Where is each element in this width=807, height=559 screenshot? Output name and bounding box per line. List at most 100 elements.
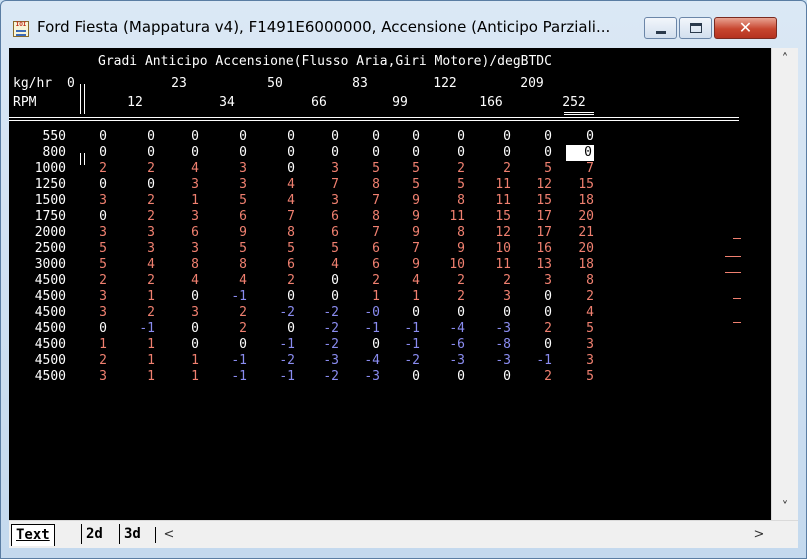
table-cell[interactable]: 16 [512, 241, 552, 257]
table-cell[interactable]: 2 [425, 161, 465, 177]
table-cell[interactable]: 0 [340, 129, 380, 145]
scroll-right-arrow-icon[interactable]: > [749, 525, 769, 545]
table-cell[interactable]: 2 [425, 289, 465, 305]
table-cell[interactable]: 7 [255, 209, 295, 225]
close-button[interactable]: ✕ [714, 17, 777, 39]
table-cell[interactable]: 3 [67, 305, 107, 321]
table-cell[interactable]: 2 [554, 289, 594, 305]
table-cell[interactable]: 11 [471, 257, 511, 273]
table-cell[interactable]: 21 [554, 225, 594, 241]
table-cell[interactable]: 1 [115, 289, 155, 305]
tab-2d[interactable]: 2d [81, 524, 107, 544]
table-cell[interactable]: 6 [340, 257, 380, 273]
table-cell[interactable]: 1 [115, 369, 155, 385]
table-cell[interactable]: 2 [67, 353, 107, 369]
scroll-left-arrow-icon[interactable]: < [159, 525, 179, 545]
table-cell[interactable]: 4 [159, 161, 199, 177]
table-cell[interactable]: 3 [115, 225, 155, 241]
table-cell[interactable]: 4 [554, 305, 594, 321]
table-cell[interactable]: 7 [340, 193, 380, 209]
table-cell[interactable]: 11 [425, 209, 465, 225]
table-cell[interactable]: 3 [554, 337, 594, 353]
title-bar[interactable]: IOI Ford Fiesta (Mappatura v4), F1491E60… [1, 1, 806, 41]
table-cell[interactable]: -3 [425, 353, 465, 369]
table-cell[interactable]: 0 [299, 129, 339, 145]
table-cell[interactable]: -3 [340, 369, 380, 385]
table-cell[interactable]: 2 [512, 369, 552, 385]
table-cell[interactable]: 5 [380, 161, 420, 177]
table-cell[interactable]: 5 [425, 177, 465, 193]
table-cell[interactable]: 0 [512, 337, 552, 353]
table-cell[interactable]: 2 [255, 273, 295, 289]
table-cell[interactable]: 2 [115, 193, 155, 209]
table-cell[interactable]: 8 [425, 225, 465, 241]
table-cell[interactable]: 8 [340, 177, 380, 193]
table-cell[interactable]: 11 [471, 177, 511, 193]
table-cell[interactable]: 4 [255, 193, 295, 209]
table-cell[interactable]: -1 [207, 353, 247, 369]
table-cell[interactable]: 0 [255, 129, 295, 145]
table-cell[interactable]: 0 [207, 129, 247, 145]
tab-3d[interactable]: 3d [119, 524, 145, 544]
table-cell[interactable]: 0 [207, 145, 247, 161]
table-cell[interactable]: 0 [471, 369, 511, 385]
table-cell[interactable]: 0 [299, 145, 339, 161]
table-cell[interactable]: 4 [207, 273, 247, 289]
table-cell[interactable]: -2 [299, 369, 339, 385]
table-cell[interactable]: 0 [554, 129, 594, 145]
table-cell[interactable]: 0 [159, 289, 199, 305]
table-cell[interactable]: 0 [67, 209, 107, 225]
table-cell[interactable]: 2 [207, 305, 247, 321]
table-cell[interactable]: 3 [67, 369, 107, 385]
table-cell[interactable]: 20 [554, 241, 594, 257]
table-cell[interactable]: 0 [115, 129, 155, 145]
table-cell[interactable]: 17 [512, 225, 552, 241]
table-cell[interactable]: 2 [115, 161, 155, 177]
table-cell[interactable]: 7 [380, 241, 420, 257]
table-cell[interactable]: 3 [207, 177, 247, 193]
scroll-up-arrow-icon[interactable]: ˄ [772, 50, 798, 70]
table-cell[interactable]: -1 [207, 369, 247, 385]
table-cell[interactable]: -3 [471, 353, 511, 369]
table-cell[interactable]: -1 [255, 337, 295, 353]
table-cell[interactable]: 3 [512, 273, 552, 289]
table-cell[interactable]: 5 [67, 257, 107, 273]
table-cell[interactable]: 3 [159, 209, 199, 225]
table-cell[interactable]: 3 [299, 161, 339, 177]
vertical-scrollbar[interactable]: ˄ ˅ [771, 48, 798, 520]
table-cell[interactable]: 1 [115, 337, 155, 353]
table-cell[interactable]: 2 [207, 321, 247, 337]
table-cell[interactable]: -8 [471, 337, 511, 353]
table-cell[interactable]: 1 [159, 193, 199, 209]
table-cell[interactable]: 0 [159, 129, 199, 145]
scroll-down-arrow-icon[interactable]: ˅ [772, 498, 798, 518]
table-cell[interactable]: -1 [380, 321, 420, 337]
table-cell[interactable]: 0 [299, 273, 339, 289]
table-cell[interactable]: 11 [471, 193, 511, 209]
table-cell[interactable]: 5 [255, 241, 295, 257]
table-cell[interactable]: -4 [425, 321, 465, 337]
table-cell[interactable]: 8 [425, 193, 465, 209]
table-cell[interactable]: 8 [207, 257, 247, 273]
table-cell[interactable]: 1 [159, 369, 199, 385]
table-cell[interactable]: 1 [380, 289, 420, 305]
table-cell[interactable]: -1 [115, 321, 155, 337]
table-cell[interactable]: 2 [340, 273, 380, 289]
table-cell[interactable]: 2 [67, 161, 107, 177]
table-cell[interactable]: 0 [299, 289, 339, 305]
table-cell[interactable]: 15 [471, 209, 511, 225]
table-cell[interactable]: -1 [340, 321, 380, 337]
table-cell[interactable]: 0 [380, 129, 420, 145]
table-cell[interactable]: 2 [115, 305, 155, 321]
table-cell[interactable]: 9 [425, 241, 465, 257]
tab-text[interactable]: Text [11, 524, 55, 546]
table-cell[interactable]: -3 [299, 353, 339, 369]
table-cell[interactable]: 3 [207, 161, 247, 177]
table-cell[interactable]: 0 [471, 129, 511, 145]
table-cell[interactable]: 1 [67, 337, 107, 353]
table-cell[interactable]: 2 [115, 209, 155, 225]
table-cell[interactable]: 4 [159, 273, 199, 289]
table-cell[interactable]: 4 [380, 273, 420, 289]
table-cell[interactable]: 9 [380, 193, 420, 209]
table-cell[interactable]: 5 [67, 241, 107, 257]
